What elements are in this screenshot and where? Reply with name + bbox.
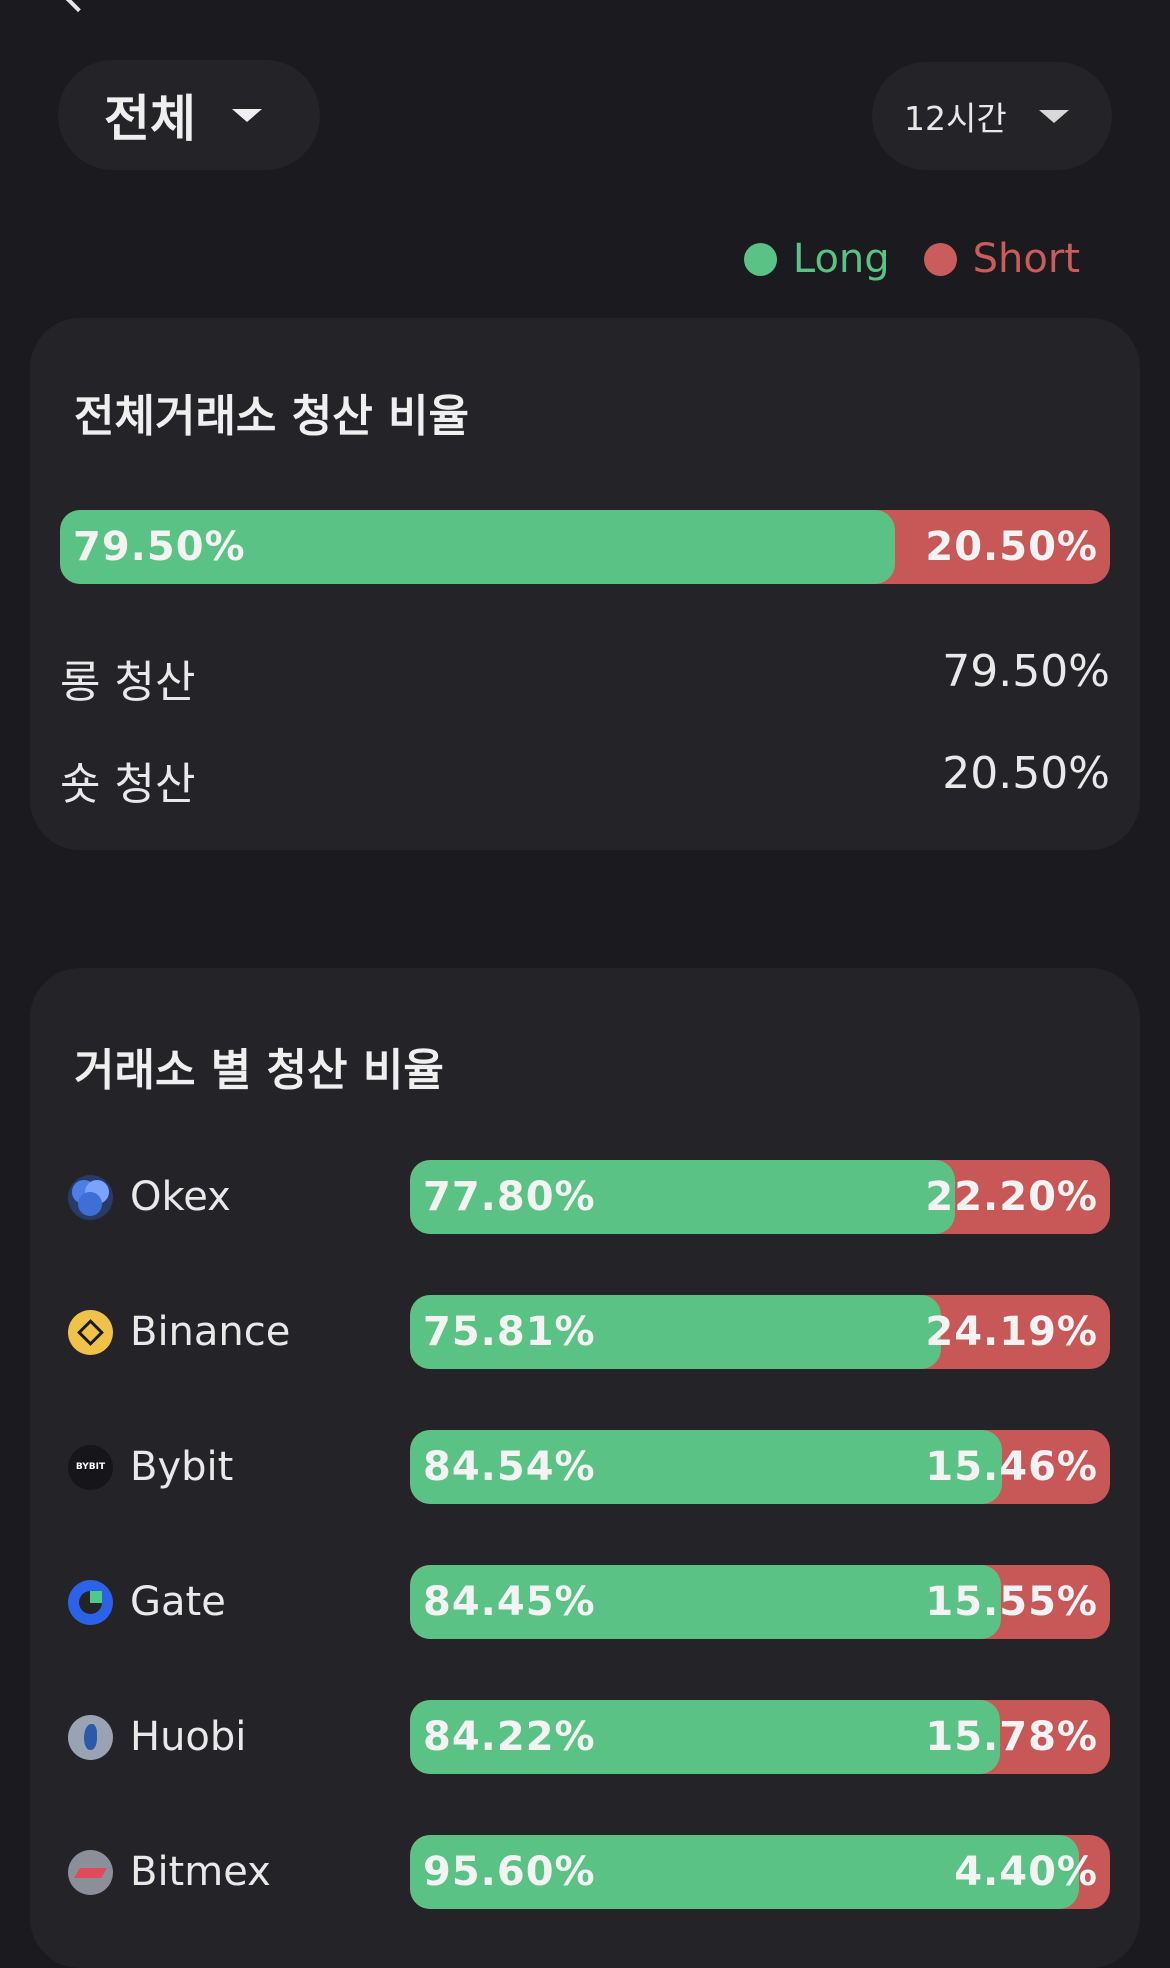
overall-card-title: 전체거래소 청산 비율 [74,391,469,442]
overall-ratio-bar: 79.50% 20.50% [60,510,1110,584]
exchange-short-pct: 24.19% [925,1309,1098,1355]
huobi-icon [68,1715,113,1760]
exchange-row-okex[interactable]: Okex 77.80% 22.20% [30,1160,1140,1234]
exchange-row-bybit[interactable]: BYBIT Bybit 84.54% 15.46% [30,1430,1140,1504]
exchange-short-pct: 22.20% [925,1174,1098,1220]
bybit-icon: BYBIT [68,1445,113,1490]
long-liquidation-label: 롱 청산 [60,657,196,708]
long-legend-label: Long [792,236,890,282]
exchange-long-pct: 84.22% [423,1714,596,1760]
exchange-long-pct: 84.54% [423,1444,596,1490]
exchange-row-bitmex[interactable]: Bitmex 95.60% 4.40% [30,1835,1140,1909]
exchange-name: Huobi [130,1714,247,1760]
short-legend-label: Short [972,236,1080,282]
exchange-name: Binance [130,1309,291,1355]
exchange-long-pct: 75.81% [423,1309,596,1355]
short-liquidation-value: 20.50% [942,748,1110,799]
by-exchange-card-title: 거래소 별 청산 비율 [74,1045,444,1096]
overall-short-pct: 20.50% [925,524,1098,570]
exchange-name: Gate [130,1579,226,1625]
exchange-dropdown-label: 전체 [104,90,196,148]
exchange-name: Bitmex [130,1849,271,1895]
caret-down-icon [232,108,262,122]
exchange-name: Okex [130,1174,231,1220]
binance-icon [68,1310,113,1355]
exchange-long-pct: 84.45% [423,1579,596,1625]
caret-down-icon [1038,109,1069,123]
exchange-row-gate[interactable]: Gate 84.45% 15.55% [30,1565,1140,1639]
period-dropdown-label: 12시간 [904,99,1007,138]
exchange-name: Bybit [130,1444,234,1490]
exchange-long-pct: 77.80% [423,1174,596,1220]
short-liquidation-label: 숏 청산 [60,759,196,810]
long-legend-dot [743,242,777,276]
legend: Long Short [743,236,1080,282]
short-liquidation-row: 숏 청산 20.50% [60,748,1110,812]
exchange-row-huobi[interactable]: Huobi 84.22% 15.78% [30,1700,1140,1774]
by-exchange-card: 거래소 별 청산 비율 Okex 77.80% 22.20% Binance 7… [30,968,1140,1968]
gate-icon [68,1580,113,1625]
exchange-ratio-bar: 84.45% 15.55% [410,1565,1110,1639]
exchange-ratio-bar: 84.22% 15.78% [410,1700,1110,1774]
bitmex-icon [68,1850,113,1895]
exchange-ratio-bar: 84.54% 15.46% [410,1430,1110,1504]
long-liquidation-row: 롱 청산 79.50% [60,646,1110,710]
exchange-short-pct: 15.78% [925,1714,1098,1760]
exchange-ratio-bar: 77.80% 22.20% [410,1160,1110,1234]
exchange-short-pct: 4.40% [954,1849,1098,1895]
exchange-short-pct: 15.55% [925,1579,1098,1625]
exchange-ratio-bar: 75.81% 24.19% [410,1295,1110,1369]
short-legend-dot [923,242,957,276]
exchange-ratio-bar: 95.60% 4.40% [410,1835,1110,1909]
back-chevron-icon[interactable] [63,0,93,13]
exchange-long-pct: 95.60% [423,1849,596,1895]
exchange-short-pct: 15.46% [925,1444,1098,1490]
overall-long-pct: 79.50% [73,524,246,570]
long-liquidation-value: 79.50% [942,646,1110,697]
exchange-row-binance[interactable]: Binance 75.81% 24.19% [30,1295,1140,1369]
period-dropdown[interactable]: 12시간 [872,62,1112,170]
okex-icon [68,1175,113,1220]
overall-liquidation-card: 전체거래소 청산 비율 79.50% 20.50% 롱 청산 79.50% 숏 … [30,318,1140,850]
exchange-dropdown[interactable]: 전체 [58,60,320,170]
